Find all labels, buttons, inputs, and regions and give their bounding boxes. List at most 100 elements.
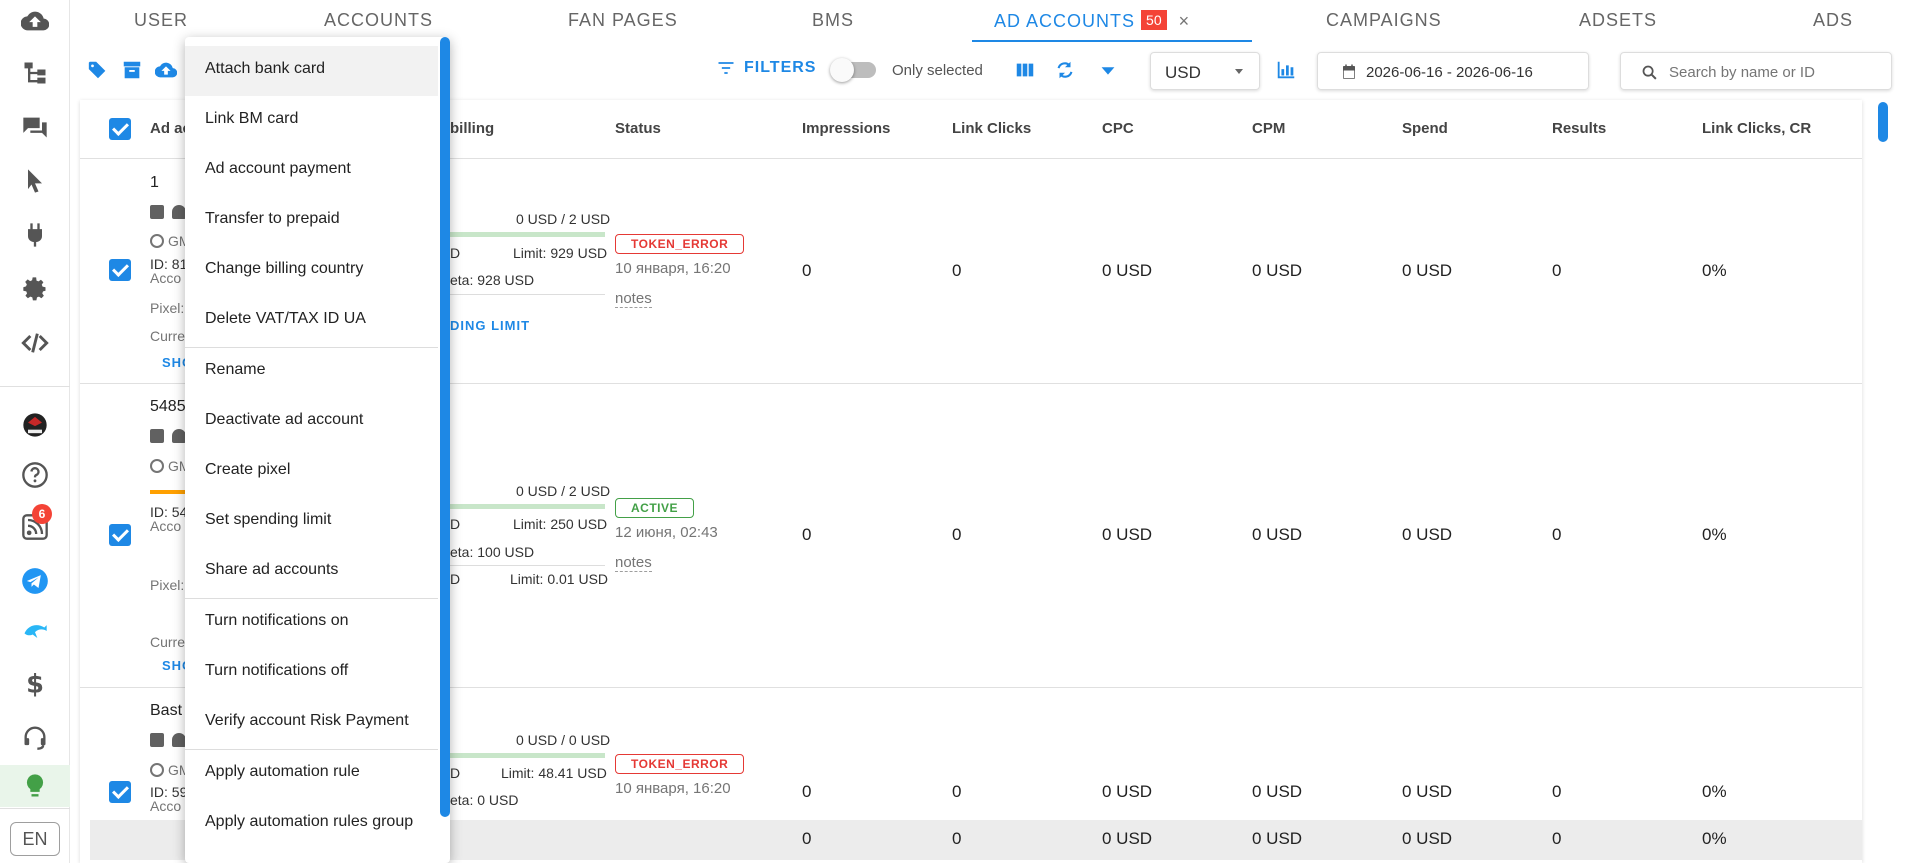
chart-icon[interactable] bbox=[1274, 58, 1298, 82]
billing-meta: eta: 100 USD bbox=[450, 544, 535, 560]
avatar[interactable] bbox=[18, 408, 52, 442]
hierarchy-icon[interactable] bbox=[18, 56, 52, 90]
menu-item-apply-automation-rules-group[interactable]: Apply automation rules group bbox=[185, 799, 438, 849]
menu-item-ad-account-payment[interactable]: Ad account payment bbox=[185, 146, 438, 196]
header-cpm[interactable]: CPM bbox=[1252, 120, 1285, 137]
cursor-icon[interactable] bbox=[18, 164, 52, 198]
only-selected-toggle[interactable] bbox=[830, 58, 876, 82]
archive-icon[interactable] bbox=[120, 58, 144, 82]
cpm-value: 0 USD bbox=[1252, 782, 1303, 801]
select-all-checkbox[interactable] bbox=[109, 118, 131, 140]
menu-item-deactivate-ad-account[interactable]: Deactivate ad account bbox=[185, 397, 438, 447]
header-results[interactable]: Results bbox=[1552, 120, 1606, 137]
menu-item-rename[interactable]: Rename bbox=[185, 347, 438, 397]
account-name[interactable]: 5485 bbox=[150, 398, 186, 416]
tab-adsets[interactable]: ADSETS bbox=[1579, 10, 1657, 31]
tab-accounts[interactable]: ACCOUNTS bbox=[324, 10, 433, 31]
headset-icon[interactable] bbox=[18, 720, 52, 754]
date-range-value: 2026-06-16 - 2026-06-16 bbox=[1366, 64, 1533, 81]
menu-item-delete-vat[interactable]: Delete VAT/TAX ID UA bbox=[185, 296, 438, 346]
dollar-icon[interactable]: $ bbox=[18, 666, 52, 700]
menu-item-attach-bank-card[interactable]: Attach bank card bbox=[185, 46, 438, 96]
tab-fan-pages[interactable]: FAN PAGES bbox=[568, 10, 678, 31]
only-selected-label: Only selected bbox=[892, 62, 983, 79]
chat-icon[interactable] bbox=[18, 110, 52, 144]
account-name[interactable]: Bast bbox=[150, 702, 182, 720]
cpm-value: 0 USD bbox=[1252, 525, 1303, 544]
tab-user[interactable]: USER bbox=[134, 10, 188, 31]
help-icon[interactable] bbox=[18, 458, 52, 492]
menu-item-apply-automation-rule[interactable]: Apply automation rule bbox=[185, 749, 438, 799]
menu-item-set-spending-limit[interactable]: Set spending limit bbox=[185, 497, 438, 547]
dolphin-icon[interactable] bbox=[18, 614, 52, 648]
total-impressions: 0 bbox=[802, 829, 812, 848]
billing-limit2: Limit: 0.01 USD bbox=[510, 571, 609, 587]
cloud-upload-toolbar-icon[interactable] bbox=[154, 58, 178, 82]
telegram-icon[interactable] bbox=[18, 564, 52, 598]
status-badge: ACTIVE bbox=[615, 498, 695, 518]
header-link-clicks-cr[interactable]: Link Clicks, CR bbox=[1702, 120, 1811, 137]
tag-icon[interactable] bbox=[86, 58, 110, 82]
language-button[interactable]: EN bbox=[10, 822, 60, 856]
total-spend: 0 USD bbox=[1402, 829, 1453, 848]
clock-icon bbox=[150, 459, 164, 473]
refresh-icon[interactable] bbox=[1053, 58, 1077, 82]
menu-item-create-pixel[interactable]: Create pixel bbox=[185, 447, 438, 497]
page-scrollbar[interactable] bbox=[1878, 102, 1888, 142]
filters-button[interactable]: FILTERS bbox=[716, 58, 816, 78]
tab-ad-accounts[interactable]: AD ACCOUNTS 50 × bbox=[994, 10, 1190, 32]
menu-item-notifications-off[interactable]: Turn notifications off bbox=[185, 648, 438, 698]
link-clicks-value: 0 bbox=[952, 261, 962, 280]
cpc-value: 0 USD bbox=[1102, 782, 1153, 801]
dropdown-arrow-icon[interactable] bbox=[1096, 58, 1120, 82]
header-status[interactable]: Status bbox=[615, 120, 661, 137]
search-field[interactable] bbox=[1620, 52, 1892, 90]
results-value: 0 bbox=[1552, 782, 1562, 801]
total-results: 0 bbox=[1552, 829, 1562, 848]
status-badge: TOKEN_ERROR bbox=[615, 754, 745, 774]
menu-item-share-ad-accounts[interactable]: Share ad accounts bbox=[185, 547, 438, 597]
clock-icon bbox=[150, 763, 164, 777]
columns-icon[interactable] bbox=[1013, 58, 1037, 82]
cloud-upload-icon[interactable] bbox=[18, 4, 52, 38]
link-clicks-value: 0 bbox=[952, 782, 962, 801]
status-date: 12 июня, 02:43 bbox=[615, 524, 718, 541]
account-name[interactable]: 1 bbox=[150, 174, 159, 192]
notes-link[interactable]: notes bbox=[615, 290, 652, 308]
menu-item-transfer-to-prepaid[interactable]: Transfer to prepaid bbox=[185, 196, 438, 246]
date-range-field[interactable]: 2026-06-16 - 2026-06-16 bbox=[1317, 52, 1589, 90]
search-input[interactable] bbox=[1669, 61, 1879, 83]
billing-spent: 0 USD / 2 USD bbox=[516, 211, 611, 227]
code-icon[interactable] bbox=[18, 326, 52, 360]
cr-value: 0% bbox=[1702, 261, 1727, 280]
row-checkbox[interactable] bbox=[109, 524, 131, 546]
menu-item-verify-risk-payment[interactable]: Verify account Risk Payment bbox=[185, 698, 438, 748]
header-billing[interactable]: billing bbox=[450, 120, 494, 137]
menu-scrollbar[interactable] bbox=[440, 37, 450, 817]
tab-bms[interactable]: BMS bbox=[812, 10, 854, 31]
status-date: 10 января, 16:20 bbox=[615, 260, 731, 277]
row-checkbox[interactable] bbox=[109, 781, 131, 803]
header-link-clicks[interactable]: Link Clicks bbox=[952, 120, 1031, 137]
header-impressions[interactable]: Impressions bbox=[802, 120, 890, 137]
book-icon bbox=[150, 733, 164, 747]
menu-item-change-billing-country[interactable]: Change billing country bbox=[185, 246, 438, 296]
row-checkbox[interactable] bbox=[109, 259, 131, 281]
bell-icon bbox=[172, 429, 186, 443]
tab-campaigns[interactable]: CAMPAIGNS bbox=[1326, 10, 1442, 31]
menu-item-notifications-on[interactable]: Turn notifications on bbox=[185, 598, 438, 648]
header-spend[interactable]: Spend bbox=[1402, 120, 1448, 137]
lightbulb-icon[interactable] bbox=[18, 769, 52, 803]
notes-link[interactable]: notes bbox=[615, 554, 652, 572]
plug-icon[interactable] bbox=[18, 218, 52, 252]
gear-icon[interactable] bbox=[18, 272, 52, 306]
close-icon[interactable]: × bbox=[1179, 11, 1191, 32]
currency-value: USD bbox=[1165, 63, 1201, 82]
sidebar: 6 $ EN bbox=[0, 0, 70, 863]
currency-select[interactable]: USD bbox=[1150, 52, 1260, 90]
billing-spent: 0 USD / 2 USD bbox=[516, 483, 611, 499]
spending-limit-link[interactable]: DING LIMIT bbox=[450, 318, 530, 333]
tab-ads[interactable]: ADS bbox=[1813, 10, 1853, 31]
menu-item-link-bm-card[interactable]: Link BM card bbox=[185, 96, 438, 146]
header-cpc[interactable]: CPC bbox=[1102, 120, 1134, 137]
